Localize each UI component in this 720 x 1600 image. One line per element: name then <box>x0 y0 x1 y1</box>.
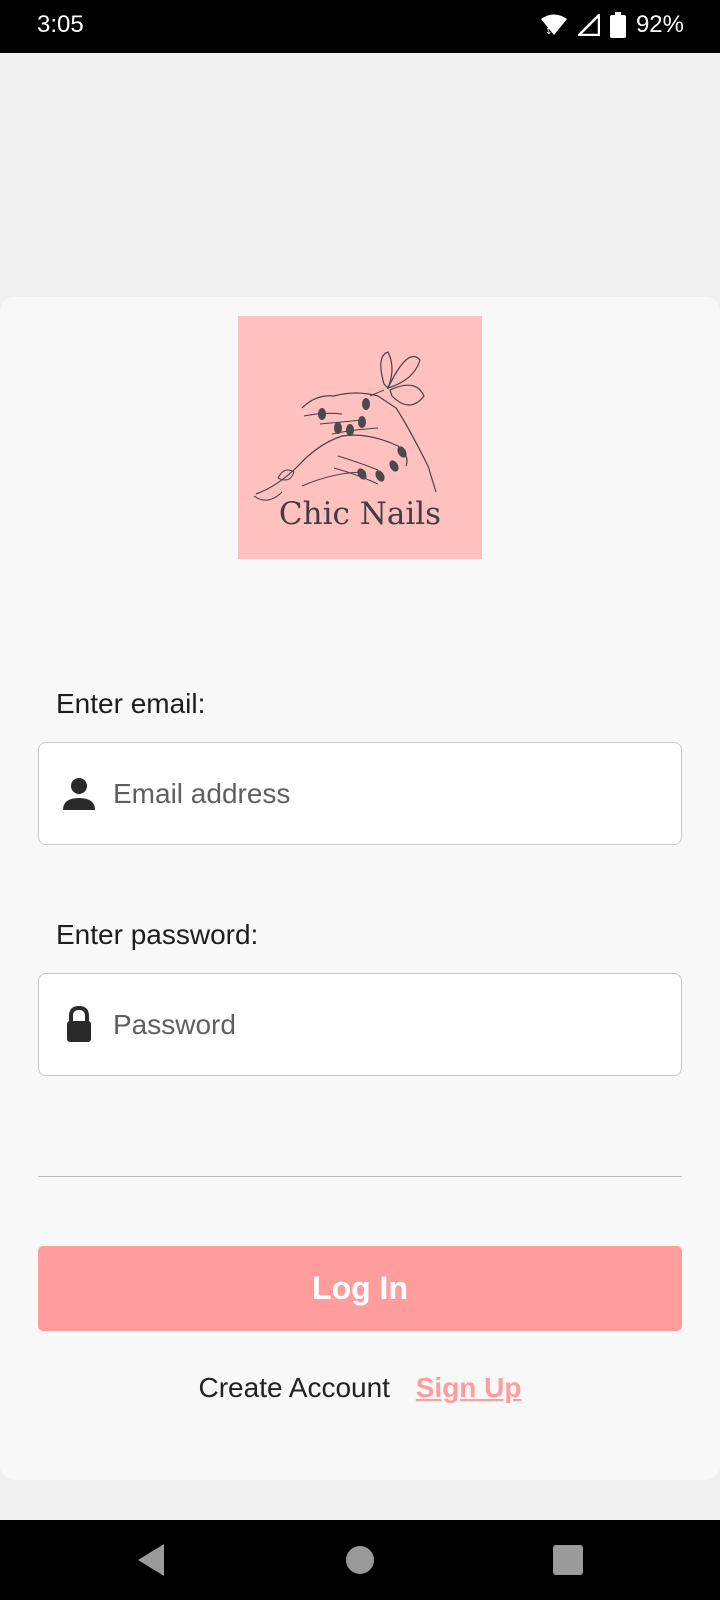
divider <box>38 1176 682 1177</box>
email-label: Enter email: <box>56 688 206 719</box>
create-account-text: Create Account <box>198 1372 390 1403</box>
lock-icon <box>67 1005 91 1042</box>
status-icons: ↕ 92% <box>540 11 684 39</box>
brand-name: Chic Nails <box>278 496 442 532</box>
password-label: Enter password: <box>56 919 259 950</box>
brand-logo: Chic Nails <box>238 316 482 559</box>
home-icon[interactable] <box>340 1540 380 1580</box>
svg-text:↕: ↕ <box>545 27 553 37</box>
person-icon <box>63 778 95 810</box>
navigation-bar <box>0 1520 720 1600</box>
battery-percent: 92% <box>635 11 684 38</box>
signal-icon <box>577 14 600 36</box>
login-screen: 3:05 ↕ 92% Chic Nails Enter email: Email… <box>0 0 720 1600</box>
signup-link[interactable]: Sign Up <box>416 1372 522 1403</box>
email-field-box[interactable] <box>38 742 682 845</box>
email-input[interactable] <box>113 743 663 844</box>
status-time: 3:05 <box>37 11 84 38</box>
battery-icon <box>609 12 626 38</box>
wifi-icon: ↕ <box>540 14 567 37</box>
recents-icon[interactable] <box>548 1540 588 1580</box>
signup-row: Create Account Sign Up <box>0 1372 720 1404</box>
back-icon[interactable] <box>132 1540 172 1580</box>
password-input[interactable] <box>113 974 663 1075</box>
login-button[interactable]: Log In <box>38 1246 682 1331</box>
password-field-box[interactable] <box>38 973 682 1076</box>
status-bar: 3:05 ↕ 92% <box>0 0 720 53</box>
